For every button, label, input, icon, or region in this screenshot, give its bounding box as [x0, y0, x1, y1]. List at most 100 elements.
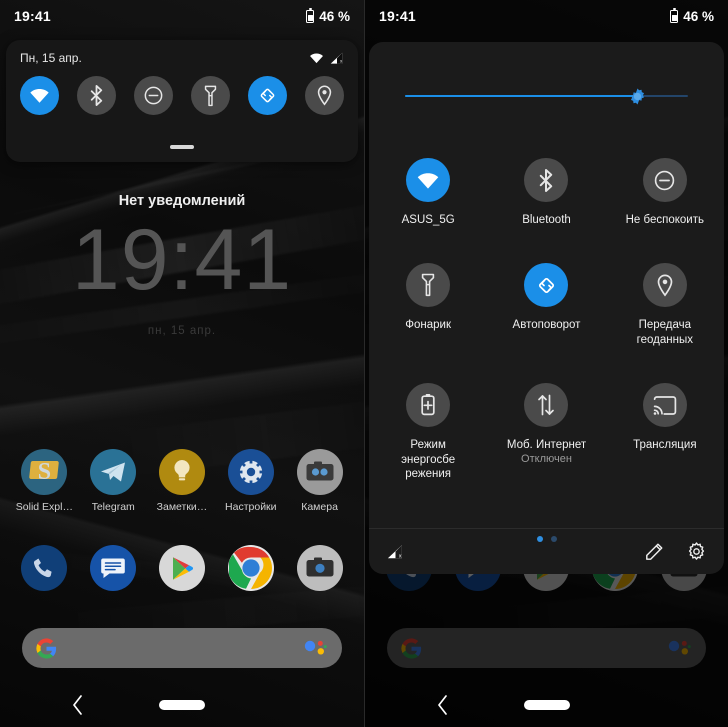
app-solid-explorer[interactable]: S Solid Expl…	[13, 449, 75, 513]
do-not-disturb-icon	[144, 86, 163, 105]
tile-wifi[interactable]: ASUS_5G	[369, 158, 487, 227]
screenshot-stage: 19:41 46 % Пн, 15 апр. x Нет уведомлений…	[0, 0, 728, 727]
status-bar-right: 46 %	[306, 7, 350, 24]
back-chevron-icon[interactable]	[72, 695, 84, 715]
tile-icon-button[interactable]	[406, 263, 451, 308]
google-search-bar[interactable]	[22, 628, 342, 668]
quick-tile-do-not-disturb[interactable]	[134, 76, 173, 115]
flashlight-icon	[204, 85, 217, 106]
app-label: Заметки…	[156, 501, 208, 513]
app-keep-notes[interactable]: Заметки…	[151, 449, 213, 513]
shade-header: Пн, 15 апр. x	[6, 40, 358, 65]
back-chevron-icon[interactable]	[437, 695, 449, 715]
tile-bluetooth[interactable]: Bluetooth	[487, 158, 605, 227]
slider-fill	[405, 95, 638, 98]
settings-icon	[227, 449, 274, 495]
lockscreen-clock: 19:41	[71, 212, 293, 308]
tile-label: Автоповорот	[512, 319, 581, 332]
brightness-slider[interactable]	[405, 88, 688, 105]
cellular-signal-off-icon[interactable]: x	[387, 544, 404, 559]
home-pill-icon[interactable]	[523, 700, 570, 710]
cellular-signal-off-icon: x	[330, 52, 343, 64]
battery-percent-label: 46 %	[683, 8, 714, 24]
tile-do-not-disturb[interactable]: Не беспокоить	[606, 158, 724, 227]
mobile-data-icon	[538, 394, 555, 416]
navigation-bar	[365, 683, 728, 727]
tile-cast[interactable]: Трансляция	[606, 383, 724, 481]
svg-text:x: x	[340, 59, 343, 64]
tile-icon-button[interactable]	[642, 158, 687, 202]
app-play-store[interactable]	[151, 545, 213, 597]
shade-drag-handle[interactable]	[170, 145, 194, 149]
tile-row-1: ASUS_5G Bluetooth Не беспокоить	[369, 158, 724, 227]
messages-icon	[90, 545, 137, 591]
do-not-disturb-icon	[655, 170, 675, 190]
app-settings[interactable]: Настройки	[220, 449, 282, 513]
app-camera[interactable]: Камера	[289, 449, 351, 513]
gear-icon[interactable]	[687, 542, 706, 561]
app-camera-2[interactable]	[289, 545, 351, 597]
tile-icon-button[interactable]	[406, 158, 451, 202]
status-bar-clock: 19:41	[379, 8, 416, 24]
tile-label: Не беспокоить	[625, 214, 704, 226]
app-telegram[interactable]: Telegram	[82, 449, 144, 513]
wifi-icon	[30, 89, 49, 103]
home-pill-icon[interactable]	[159, 700, 205, 710]
tile-icon-button[interactable]	[642, 383, 687, 428]
location-pin-icon	[317, 85, 332, 106]
telegram-icon	[90, 449, 137, 495]
bluetooth-icon	[90, 85, 103, 106]
expanded-quick-settings-panel: ASUS_5G Bluetooth Не беспокоить Фонарик …	[369, 42, 724, 574]
quick-tiles-row	[6, 65, 358, 115]
tile-icon-button[interactable]	[642, 263, 687, 308]
quick-tile-auto-rotate[interactable]	[248, 76, 287, 115]
tile-icon-button[interactable]	[524, 158, 569, 202]
tile-label: Bluetooth	[522, 214, 571, 226]
play-store-icon	[158, 545, 205, 591]
footer-actions	[645, 542, 706, 561]
google-assistant-icon	[304, 640, 327, 655]
phone-icon	[21, 545, 68, 591]
quick-tile-bluetooth[interactable]	[77, 76, 116, 115]
google-g-icon	[36, 637, 57, 659]
tile-label: Фонарик	[405, 319, 452, 332]
tile-row-2: Фонарик Автоповорот Передача геоданных	[369, 263, 724, 347]
quick-tile-flashlight[interactable]	[191, 76, 230, 115]
tile-auto-rotate[interactable]: Автоповорот	[487, 263, 605, 347]
tile-label: Режим энергосбе режения	[401, 439, 456, 480]
tile-label: Моб. Интернет	[506, 439, 587, 452]
app-label: Solid Expl…	[15, 501, 73, 513]
brightness-sun-icon[interactable]	[629, 88, 646, 105]
home-app-row-1: S Solid Expl… Telegram Заметки… Настройк…	[0, 449, 364, 513]
shade-status-icons: x	[309, 52, 344, 64]
tile-icon-button[interactable]	[524, 263, 569, 308]
status-bar: 19:41 46 %	[0, 0, 364, 32]
tile-icon-button[interactable]	[524, 383, 569, 428]
shade-date-label: Пн, 15 апр.	[20, 51, 82, 65]
auto-rotate-icon	[260, 88, 275, 103]
app-phone[interactable]	[13, 545, 75, 597]
tile-row-3: Режим энергосбе режения Моб. Интернет От…	[369, 383, 724, 481]
tile-icon-button[interactable]	[406, 383, 451, 428]
quick-tile-wifi[interactable]	[20, 76, 59, 115]
app-label: Камера	[301, 501, 338, 513]
navigation-bar	[0, 683, 364, 727]
auto-rotate-icon	[538, 277, 555, 293]
collapsed-quick-settings-shade[interactable]: Пн, 15 апр. x	[6, 40, 358, 162]
tile-label: Передача геоданных	[636, 319, 693, 346]
chrome-icon	[227, 545, 274, 591]
tile-battery-saver[interactable]: Режим энергосбе режения	[369, 383, 487, 481]
app-chrome[interactable]	[220, 545, 282, 597]
tile-mobile-data[interactable]: Моб. Интернет Отключен	[487, 383, 605, 481]
battery-icon	[306, 7, 315, 23]
battery-icon	[670, 7, 679, 23]
quick-tile-location[interactable]	[305, 76, 344, 115]
app-label: Настройки	[225, 501, 277, 513]
pencil-edit-icon[interactable]	[645, 543, 663, 561]
app-messages[interactable]	[82, 545, 144, 597]
bluetooth-icon	[540, 168, 553, 192]
keep-notes-icon	[158, 449, 205, 495]
tile-flashlight[interactable]: Фонарик	[369, 263, 487, 347]
no-notifications-label: Нет уведомлений	[118, 193, 246, 209]
tile-location[interactable]: Передача геоданных	[606, 263, 724, 347]
